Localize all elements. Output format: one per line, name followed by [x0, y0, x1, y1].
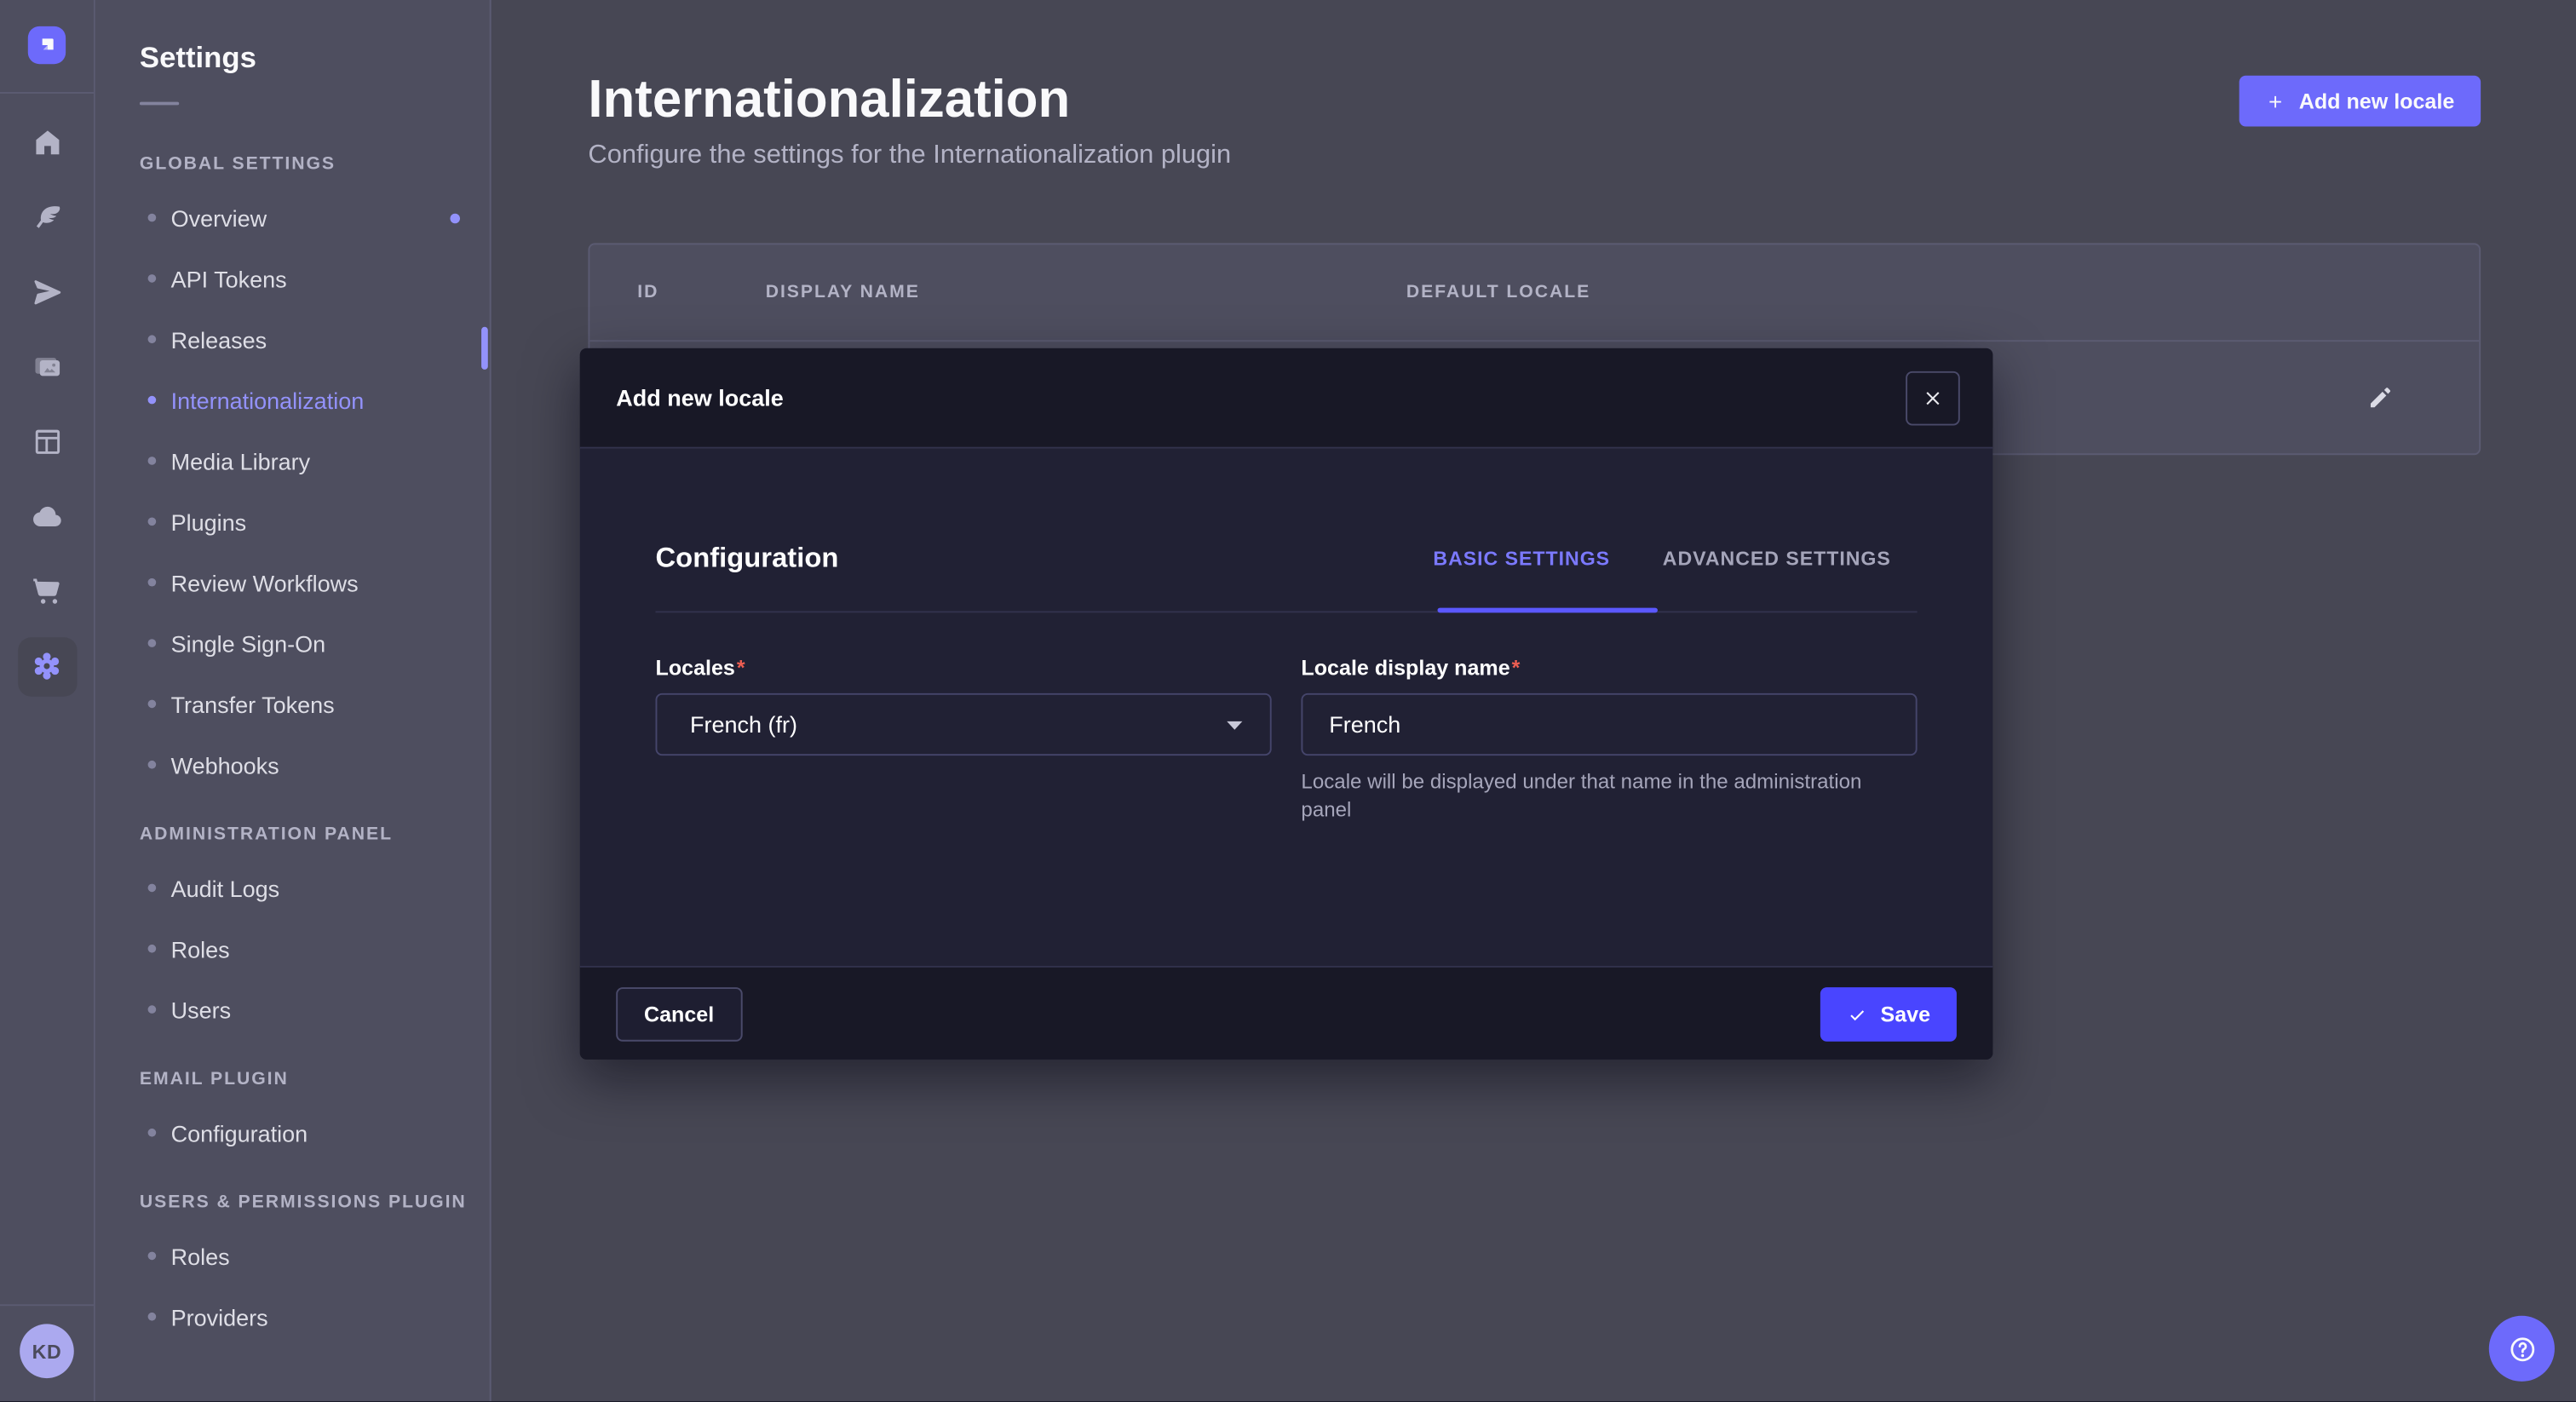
chevron-down-icon [1226, 719, 1244, 731]
close-modal-button[interactable] [1906, 371, 1960, 425]
locales-select-value: French (fr) [690, 711, 797, 738]
screen: KD Settings GLOBAL SETTINGSOverviewAPI T… [0, 0, 2576, 1402]
settings-tabs: BASIC SETTINGSADVANCED SETTINGS [1407, 547, 1918, 577]
locales-label: Locales* [655, 655, 1271, 680]
close-icon [1922, 387, 1943, 408]
cancel-button[interactable]: Cancel [616, 986, 742, 1041]
modal-title: Add new locale [616, 384, 784, 411]
modal-footer: Cancel Save [580, 966, 1993, 1060]
display-name-hint: Locale will be displayed under that name… [1301, 769, 1912, 825]
display-name-field: Locale display name* Locale will be disp… [1301, 655, 1917, 825]
modal-body: Configuration BASIC SETTINGSADVANCED SET… [580, 448, 1993, 965]
save-button[interactable]: Save [1820, 986, 1957, 1041]
configuration-heading: Configuration [655, 540, 838, 576]
modal-header: Add new locale [580, 348, 1993, 449]
required-asterisk: * [737, 655, 745, 680]
tab-basic-settings[interactable]: BASIC SETTINGS [1407, 547, 1636, 577]
divider [655, 611, 1917, 612]
tab-advanced-settings[interactable]: ADVANCED SETTINGS [1636, 547, 1918, 577]
required-asterisk: * [1512, 655, 1521, 680]
active-tab-indicator [1437, 608, 1657, 613]
locales-field: Locales* French (fr) [655, 655, 1271, 825]
check-icon [1846, 1003, 1867, 1024]
display-name-label: Locale display name* [1301, 655, 1917, 680]
locales-select[interactable]: French (fr) [655, 693, 1271, 756]
add-locale-modal: Add new locale Configuration BASIC SETTI… [580, 348, 1993, 1060]
display-name-input[interactable] [1301, 693, 1917, 756]
